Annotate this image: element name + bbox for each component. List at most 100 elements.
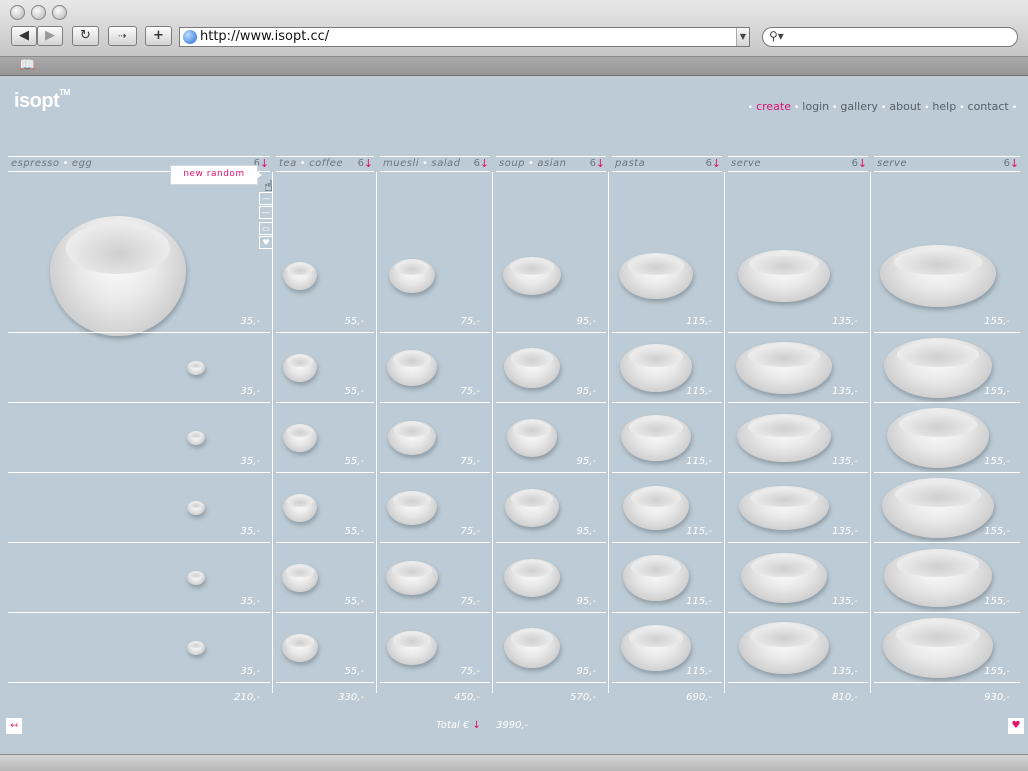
column-name-primary: serve (731, 158, 762, 169)
column-name[interactable]: muesli • salad (383, 158, 461, 169)
add-bookmark-button[interactable]: + (145, 26, 172, 46)
bowl-image[interactable] (504, 628, 560, 668)
row-divider (276, 332, 374, 333)
bowl-image[interactable] (283, 424, 317, 452)
bowl-image[interactable] (389, 259, 435, 293)
bowl-image[interactable] (387, 350, 437, 386)
bowl-image[interactable] (187, 431, 205, 445)
bowl-price: 115,- (686, 316, 712, 327)
bowl-image[interactable] (739, 622, 829, 674)
nav-login[interactable]: login (802, 100, 829, 113)
bowl-image[interactable] (187, 501, 205, 515)
row-divider (8, 682, 270, 683)
bowl-image[interactable] (619, 253, 693, 299)
column-name[interactable]: tea • coffee (279, 158, 343, 169)
address-dropdown-icon[interactable]: ▼ (736, 28, 749, 46)
bowl-image[interactable] (507, 419, 557, 457)
column-name[interactable]: espresso • egg (11, 158, 92, 169)
bowl-image[interactable] (387, 491, 437, 525)
bowl-image[interactable] (50, 216, 186, 336)
minimize-window-button[interactable] (31, 5, 46, 20)
bowl-price: 95,- (576, 666, 596, 677)
bowl-image[interactable] (621, 415, 691, 461)
bowl-image[interactable] (187, 641, 205, 655)
site-logo[interactable]: isoptTM (14, 88, 70, 113)
row-divider (496, 682, 606, 683)
bowl-image[interactable] (187, 571, 205, 585)
bowl-image[interactable] (739, 486, 829, 530)
total-sort-arrow-icon[interactable]: ↓ (473, 720, 481, 731)
bowl-image[interactable] (283, 354, 317, 382)
sort-arrow-icon[interactable]: ↓ (480, 157, 489, 170)
bowl-image[interactable] (187, 361, 205, 375)
bowl-image[interactable] (282, 564, 318, 592)
bowl-image[interactable] (505, 489, 559, 527)
row-divider (8, 402, 270, 403)
bowl-image[interactable] (504, 559, 560, 597)
nav-separator: • (959, 103, 965, 113)
bowl-image[interactable] (503, 257, 561, 295)
new-random-tooltip[interactable]: new random (170, 165, 258, 185)
bowl-image[interactable] (386, 561, 438, 595)
bowl-image[interactable] (387, 631, 437, 665)
sort-arrow-icon[interactable]: ↓ (260, 157, 269, 170)
column-name[interactable]: serve (877, 158, 907, 169)
row-divider (276, 402, 374, 403)
search-field[interactable]: ⚲▾ (762, 27, 1018, 47)
address-bar[interactable]: http://www.isopt.cc/ ▼ (179, 27, 750, 47)
edit-tool-icon[interactable]: — (259, 206, 273, 219)
sort-arrow-icon[interactable]: ↓ (712, 157, 721, 170)
favorite-heart-icon[interactable]: ♥ (1008, 718, 1024, 734)
back-button[interactable]: ◀ (11, 26, 37, 46)
bowl-image[interactable] (282, 634, 318, 662)
sort-arrow-icon[interactable]: ↓ (858, 157, 867, 170)
column-divider (608, 172, 609, 693)
column-name[interactable]: soup • asian (499, 158, 567, 169)
column-total: 930,- (984, 692, 1010, 703)
bowl-price: 75,- (460, 526, 480, 537)
bowl-image[interactable] (283, 494, 317, 522)
bowl-image[interactable] (738, 250, 830, 302)
snapback-button[interactable]: ⇢ (108, 26, 137, 46)
total-label[interactable]: Total € ↓ (436, 720, 481, 731)
sort-arrow-icon[interactable]: ↓ (596, 157, 605, 170)
bowl-image[interactable] (623, 555, 689, 601)
nav-create[interactable]: create (756, 100, 791, 113)
bowl-image[interactable] (737, 414, 831, 462)
bowl-price: 155,- (984, 386, 1010, 397)
column-total: 810,- (832, 692, 858, 703)
row-divider (728, 612, 868, 613)
nav-gallery[interactable]: gallery (840, 100, 878, 113)
heart-tool-icon[interactable]: ♥ (259, 236, 273, 249)
edit-tool-icon[interactable]: ▭ (259, 222, 273, 235)
close-window-button[interactable] (10, 5, 25, 20)
column-total: 210,- (234, 692, 260, 703)
back-icon[interactable]: ↤ (6, 718, 22, 734)
nav-about[interactable]: about (889, 100, 921, 113)
column-name-secondary: coffee (309, 158, 344, 169)
column-name[interactable]: serve (731, 158, 761, 169)
book-icon[interactable]: 📖 (19, 58, 35, 73)
nav-help[interactable]: help (932, 100, 956, 113)
reload-button[interactable]: ↻ (72, 26, 99, 46)
column-name-separator: • (299, 158, 307, 169)
column-name[interactable]: pasta (615, 158, 645, 169)
bowl-image[interactable] (388, 421, 436, 455)
bowl-image[interactable] (880, 245, 996, 307)
sort-arrow-icon[interactable]: ↓ (364, 157, 373, 170)
bowl-image[interactable] (620, 344, 692, 392)
row-divider (728, 682, 868, 683)
column-divider (272, 172, 273, 693)
nav-separator: • (832, 103, 838, 113)
bowl-image[interactable] (741, 553, 827, 603)
bowl-image[interactable] (283, 262, 317, 290)
zoom-window-button[interactable] (52, 5, 67, 20)
tooltip-arrow (256, 171, 262, 179)
column-name-primary: serve (877, 158, 908, 169)
forward-button[interactable]: ▶ (37, 26, 63, 46)
sort-arrow-icon[interactable]: ↓ (1010, 157, 1019, 170)
bowl-image[interactable] (504, 348, 560, 388)
bowl-image[interactable] (623, 486, 689, 530)
bowl-image[interactable] (621, 625, 691, 671)
nav-contact[interactable]: contact (968, 100, 1009, 113)
